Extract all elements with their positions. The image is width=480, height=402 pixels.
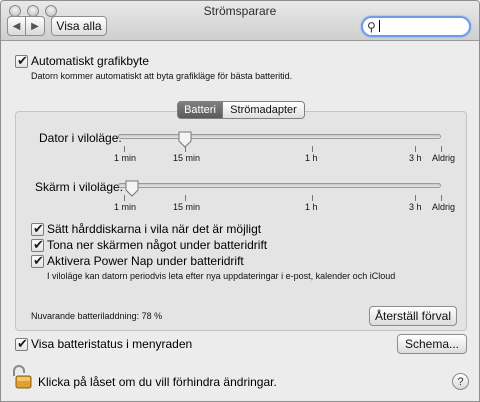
power-nap-checkbox[interactable] xyxy=(31,253,44,269)
back-button[interactable]: ◀ xyxy=(7,16,26,36)
display-sleep-label: Skärm i viloläge: xyxy=(35,180,124,194)
tab-battery[interactable]: Batteri xyxy=(177,101,223,119)
show-battery-status-checkbox[interactable] xyxy=(15,336,28,352)
restore-defaults-button[interactable]: Återställ förval xyxy=(369,306,457,326)
slider-tick xyxy=(312,195,313,201)
tab-power-adapter[interactable]: Strömadapter xyxy=(223,101,305,119)
back-forward-control: ◀ ▶ xyxy=(7,16,45,36)
display-sleep-slider-track[interactable] xyxy=(118,183,441,188)
slider-tick xyxy=(124,146,125,152)
slider-tick xyxy=(185,146,186,152)
slider-tick xyxy=(312,146,313,152)
auto-graphics-switch-label: Automatiskt grafikbyte xyxy=(31,54,150,68)
lock-hint-text: Klicka på låset om du vill förhindra änd… xyxy=(38,375,277,389)
preferences-window: Strömsparare ◀ ▶ Visa alla ⚲ Automatiskt… xyxy=(0,0,480,402)
chevron-left-icon: ◀ xyxy=(12,20,21,32)
chevron-right-icon: ▶ xyxy=(31,20,39,32)
slider-tick xyxy=(441,195,442,201)
schedule-button[interactable]: Schema... xyxy=(397,334,467,354)
auto-graphics-switch-checkbox[interactable] xyxy=(15,53,28,69)
display-sleep-slider-knob[interactable] xyxy=(125,180,139,197)
hard-disk-sleep-label: Sätt hårddiskarna i vila när det är möjl… xyxy=(47,222,262,236)
scale-label-15min: 15 min xyxy=(173,202,201,212)
hard-disk-sleep-checkbox[interactable] xyxy=(31,221,44,237)
help-button[interactable]: ? xyxy=(452,373,469,390)
scale-label-3h: 3 h xyxy=(409,153,422,163)
slider-tick xyxy=(185,195,186,201)
scale-label-1min: 1 min xyxy=(114,153,137,163)
slider-tick xyxy=(415,146,416,152)
scale-label-3h: 3 h xyxy=(409,202,422,212)
title-bar: Strömsparare ◀ ▶ Visa alla ⚲ xyxy=(1,1,479,41)
dim-display-checkbox[interactable] xyxy=(31,237,44,253)
auto-graphics-switch-description: Datorn kommer automatiskt att byta grafi… xyxy=(31,71,293,81)
computer-sleep-slider-track[interactable] xyxy=(118,134,441,139)
lock-open-icon[interactable] xyxy=(11,365,33,389)
search-field[interactable]: ⚲ xyxy=(361,16,471,37)
slider-tick xyxy=(124,195,125,201)
scale-label-1h: 1 h xyxy=(305,153,318,163)
show-all-button[interactable]: Visa alla xyxy=(51,16,107,36)
scale-label-never: Aldrig xyxy=(432,153,456,163)
power-source-tabs: Batteri Strömadapter xyxy=(177,101,305,119)
scale-label-1h: 1 h xyxy=(305,202,318,212)
power-nap-description: I viloläge kan datorn periodvis leta eft… xyxy=(47,271,396,281)
scale-label-15min: 15 min xyxy=(173,153,201,163)
scale-label-1min: 1 min xyxy=(114,202,137,212)
computer-sleep-label: Dator i viloläge: xyxy=(39,131,122,145)
battery-charge-status: Nuvarande batteriladdning: 78 % xyxy=(31,311,163,321)
forward-button[interactable]: ▶ xyxy=(26,16,45,36)
scale-label-never: Aldrig xyxy=(432,202,456,212)
question-icon: ? xyxy=(457,375,464,388)
show-battery-status-label: Visa batteristatus i menyraden xyxy=(31,337,193,351)
dim-display-label: Tona ner skärmen något under batteridrif… xyxy=(47,238,268,252)
search-icon: ⚲ xyxy=(367,20,376,34)
slider-tick xyxy=(415,195,416,201)
text-caret xyxy=(379,20,380,32)
slider-tick xyxy=(441,146,442,152)
power-nap-label: Aktivera Power Nap under batteridrift xyxy=(47,254,244,268)
